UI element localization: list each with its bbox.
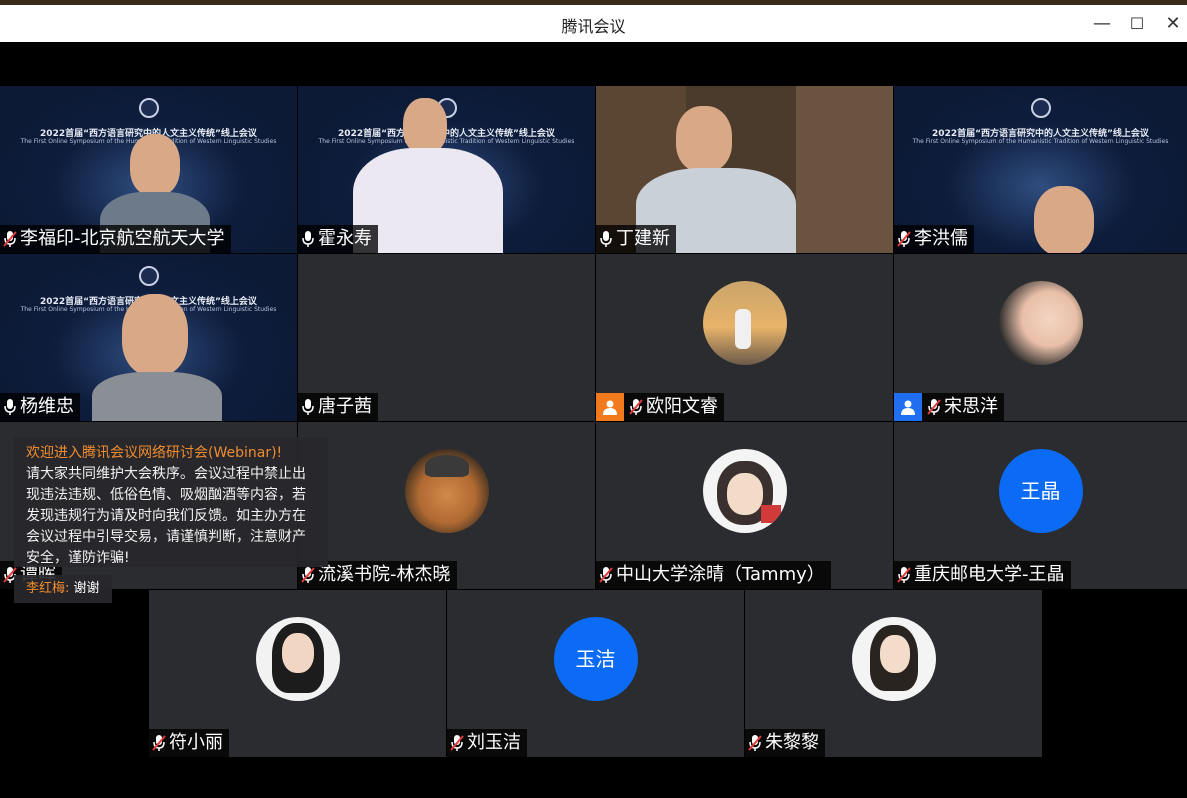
- mic-muted-icon: [628, 398, 644, 416]
- emblem-icon: [138, 266, 159, 286]
- participant-name: 刘玉洁: [467, 732, 521, 753]
- chat-message: 谢谢: [73, 581, 100, 596]
- chat-sender: 李红梅:: [26, 581, 70, 596]
- participant-nameplate: 李洪儒: [894, 225, 974, 253]
- participant-tile[interactable]: 流溪书院-林杰晓: [298, 422, 595, 589]
- participant-tile[interactable]: 宋思洋: [894, 254, 1187, 421]
- participant-avatar: 玉洁: [553, 617, 638, 701]
- participant-name: 李福印-北京航空航天大学: [20, 228, 225, 249]
- participant-name: 朱黎黎: [765, 732, 819, 753]
- participant-name: 宋思洋: [944, 396, 998, 417]
- participant-tile[interactable]: 丁建新: [596, 86, 893, 253]
- participant-tile[interactable]: 2022首届“西方语言研究中的人文主义传统”线上会议 The First Onl…: [0, 86, 297, 253]
- participant-name: 霍永寿: [318, 228, 372, 249]
- mic-icon: [300, 230, 316, 248]
- participant-avatar: [404, 449, 489, 533]
- participant-tile[interactable]: 欧阳文睿: [596, 254, 893, 421]
- participant-nameplate: 重庆邮电大学-王晶: [894, 561, 1071, 589]
- participant-nameplate: 唐子茜: [298, 393, 378, 421]
- participant-tile[interactable]: 朱黎黎: [745, 590, 1042, 757]
- mic-muted-icon: [896, 230, 912, 248]
- participant-name: 唐子茜: [318, 396, 372, 417]
- participant-tile[interactable]: 2022首届“西方语言研究中的人文主义传统”线上会议 The First Onl…: [0, 254, 297, 421]
- participant-name: 重庆邮电大学-王晶: [914, 564, 1065, 585]
- participant-nameplate: 中山大学涂晴（Tammy）: [596, 561, 831, 589]
- participant-tile[interactable]: 玉洁 刘玉洁: [447, 590, 744, 757]
- bookshelf-background: [796, 86, 893, 253]
- window-title: 腾讯会议: [561, 17, 626, 36]
- mic-muted-icon: [896, 566, 912, 584]
- mic-muted-icon: [926, 398, 942, 416]
- video-grid: 2022首届“西方语言研究中的人文主义传统”线上会议 The First Onl…: [0, 42, 1187, 798]
- participant-nameplate: 宋思洋: [894, 393, 1004, 421]
- participant-avatar: [998, 281, 1083, 365]
- participant-avatar: [702, 281, 787, 365]
- chat-bubble: 李红梅: 谢谢: [14, 575, 112, 603]
- emblem-icon: [138, 98, 159, 118]
- maximize-button[interactable]: ☐: [1124, 11, 1150, 37]
- participant-avatar: [851, 617, 936, 701]
- banner-subtitle: The First Online Symposium of the Humani…: [912, 138, 1169, 145]
- mic-icon: [598, 230, 614, 248]
- participant-name: 符小丽: [169, 732, 223, 753]
- notice-headline: 欢迎进入腾讯会议网络研讨会(Webinar)!: [26, 445, 283, 461]
- user-icon: [596, 393, 624, 421]
- minimize-button[interactable]: —: [1089, 11, 1115, 37]
- notice-body: 请大家共同维护大会秩序。会议过程中禁止出现违法违规、低俗色情、吸烟酗酒等内容，若…: [26, 466, 306, 566]
- participant-tile[interactable]: 2022首届“西方语言研究中的人文主义传统”线上会议 The First Onl…: [894, 86, 1187, 253]
- mic-muted-icon: [151, 734, 167, 752]
- mic-muted-icon: [449, 734, 465, 752]
- participant-nameplate: 霍永寿: [298, 225, 378, 253]
- participant-name: 丁建新: [616, 228, 670, 249]
- mic-muted-icon: [598, 566, 614, 584]
- participant-nameplate: 欧阳文睿: [596, 393, 724, 421]
- participant-nameplate: 李福印-北京航空航天大学: [0, 225, 231, 253]
- user-icon: [894, 393, 922, 421]
- close-button[interactable]: ✕: [1160, 11, 1186, 37]
- participant-tile[interactable]: 中山大学涂晴（Tammy）: [596, 422, 893, 589]
- participant-nameplate: 杨维忠: [0, 393, 80, 421]
- participant-name: 欧阳文睿: [646, 396, 718, 417]
- participant-avatar: [255, 617, 340, 701]
- participant-tile[interactable]: 2022首届“西方语言研究中的人文主义传统”线上会议 The First Onl…: [298, 86, 595, 253]
- mic-icon: [300, 398, 316, 416]
- participant-tile[interactable]: 唐子茜: [298, 254, 595, 421]
- participant-name: 李洪儒: [914, 228, 968, 249]
- participant-nameplate: 丁建新: [596, 225, 676, 253]
- mic-icon: [2, 398, 18, 416]
- participant-nameplate: 刘玉洁: [447, 729, 527, 757]
- emblem-icon: [1030, 98, 1051, 118]
- participant-tile[interactable]: 王晶 重庆邮电大学-王晶: [894, 422, 1187, 589]
- participant-nameplate: 朱黎黎: [745, 729, 825, 757]
- mic-muted-icon: [2, 230, 18, 248]
- participant-nameplate: 符小丽: [149, 729, 229, 757]
- participant-name: 流溪书院-林杰晓: [318, 564, 451, 585]
- mic-muted-icon: [747, 734, 763, 752]
- webinar-notice: 欢迎进入腾讯会议网络研讨会(Webinar)! 请大家共同维护大会秩序。会议过程…: [14, 437, 328, 567]
- title-bar: 腾讯会议 — ☐ ✕: [0, 5, 1187, 42]
- participant-name: 中山大学涂晴（Tammy）: [616, 564, 825, 585]
- participant-tile[interactable]: 符小丽: [149, 590, 446, 757]
- participant-avatar: [702, 449, 787, 533]
- participant-avatar: 王晶: [998, 449, 1083, 533]
- banner-subtitle: The First Online Symposium of the Humani…: [318, 138, 575, 145]
- participant-name: 杨维忠: [20, 396, 74, 417]
